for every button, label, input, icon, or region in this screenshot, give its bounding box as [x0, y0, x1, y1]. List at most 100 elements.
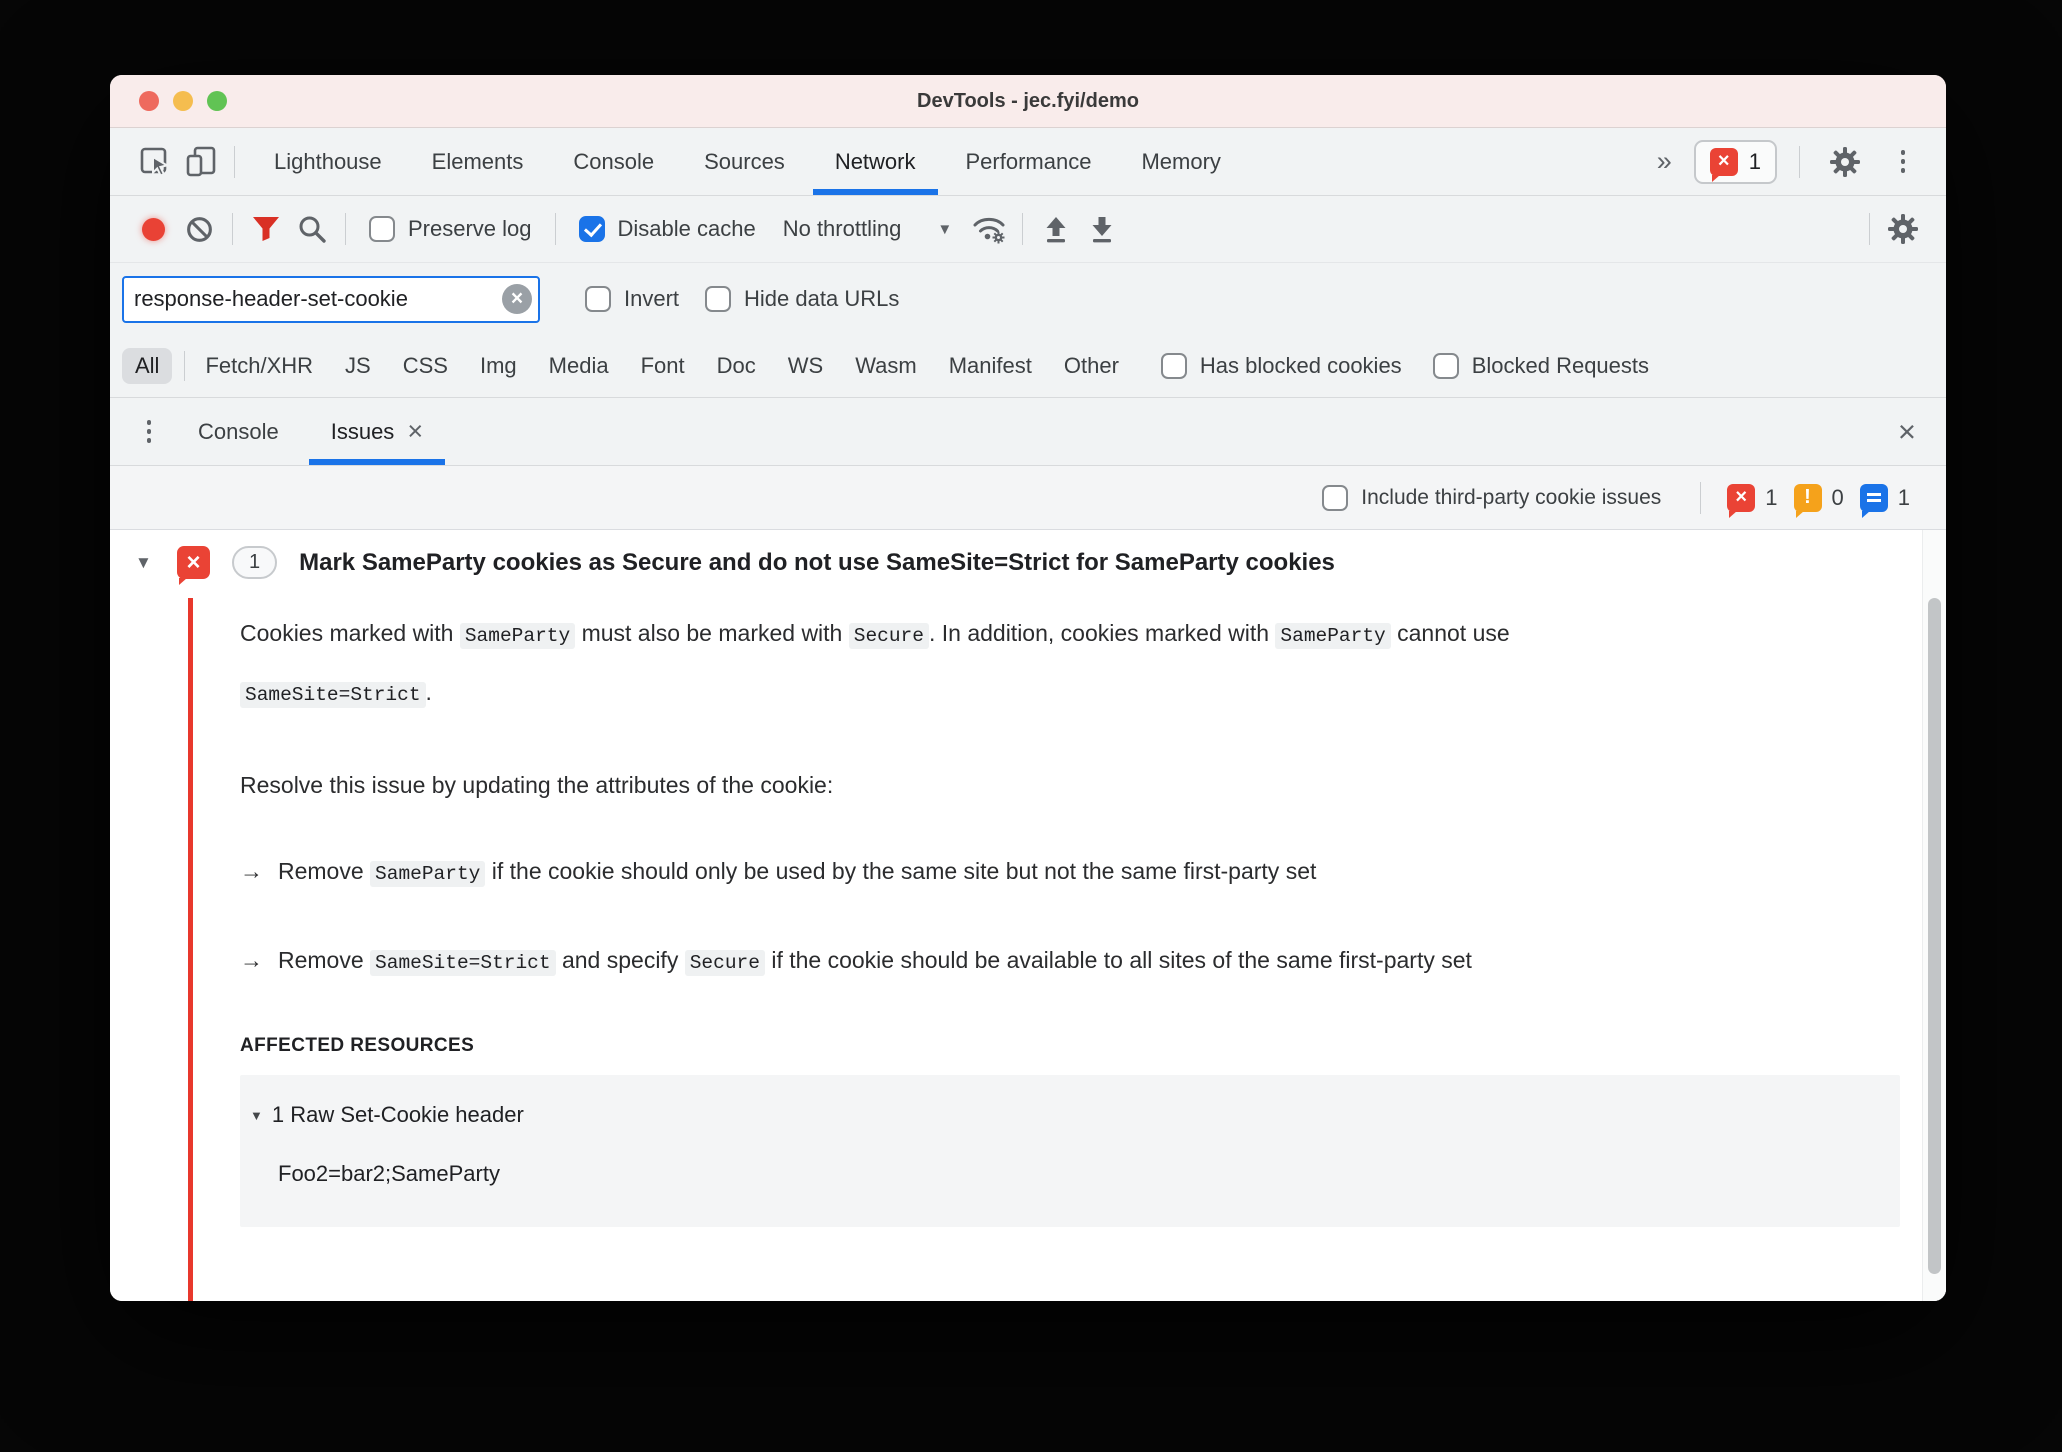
type-filter-ws[interactable]: WS: [772, 353, 839, 379]
tab-memory[interactable]: Memory: [1116, 128, 1245, 195]
tab-elements[interactable]: Elements: [407, 128, 549, 195]
message-badge-icon: [1859, 483, 1888, 518]
tab-console[interactable]: Console: [548, 128, 679, 195]
main-tab-bar: Lighthouse Elements Console Sources Netw…: [110, 128, 1946, 196]
invert-checkbox[interactable]: Invert: [585, 286, 679, 312]
throttling-select[interactable]: No throttling ▼: [783, 216, 952, 242]
inspect-element-button[interactable]: [132, 139, 178, 185]
scrollbar-thumb[interactable]: [1928, 598, 1941, 1274]
code-secure: Secure: [848, 623, 929, 649]
issue-count-badge: 1: [232, 546, 278, 579]
tab-network[interactable]: Network: [810, 128, 941, 195]
expand-issue-icon[interactable]: ▼: [135, 553, 165, 573]
export-har-button[interactable]: [1079, 206, 1125, 252]
checkbox-unchecked-icon: [705, 286, 732, 312]
scrollbar-track[interactable]: [1922, 530, 1946, 1301]
drawer-console-label: Console: [198, 418, 279, 444]
network-conditions-icon: [973, 217, 1005, 244]
filter-input[interactable]: [122, 275, 540, 323]
code-samesite-strict: SameSite=Strict: [240, 682, 426, 708]
disable-cache-checkbox[interactable]: Disable cache: [578, 216, 756, 242]
issues-toolbar: Include third-party cookie issues × 1 ! …: [110, 466, 1946, 530]
filter-input-wrap: ×: [122, 275, 540, 323]
drawer-menu-button[interactable]: [126, 409, 172, 455]
type-filter-manifest[interactable]: Manifest: [933, 353, 1048, 379]
settings-button[interactable]: [1822, 139, 1868, 185]
type-filter-media[interactable]: Media: [533, 353, 625, 379]
network-settings-button[interactable]: [1880, 206, 1926, 252]
hide-data-urls-checkbox[interactable]: Hide data URLs: [705, 286, 899, 312]
tab-performance[interactable]: Performance: [941, 128, 1117, 195]
arrow-right-icon: →: [240, 858, 263, 884]
issues-counter-button[interactable]: × 1: [1693, 139, 1777, 184]
issue-error-rule: [188, 598, 193, 1301]
title-bar: DevTools - jec.fyi/demo: [110, 75, 1946, 128]
throttling-value: No throttling: [782, 216, 902, 241]
drawer-tab-console[interactable]: Console: [172, 398, 305, 465]
main-menu-button[interactable]: [1880, 139, 1926, 185]
preserve-log-checkbox[interactable]: Preserve log: [369, 216, 532, 242]
divider: [554, 213, 556, 245]
type-filter-wasm[interactable]: Wasm: [839, 353, 933, 379]
import-har-button[interactable]: [1033, 206, 1079, 252]
clear-icon: [186, 216, 212, 242]
drawer-tab-bar: Console Issues × ×: [110, 398, 1946, 466]
type-filter-css[interactable]: CSS: [387, 353, 464, 379]
checkbox-checked-icon: [578, 216, 605, 242]
type-filter-img[interactable]: Img: [464, 353, 533, 379]
affected-resources-heading: AFFECTED RESOURCES: [240, 1035, 475, 1056]
drawer-tab-issues[interactable]: Issues ×: [305, 398, 449, 465]
issues-counter-count: 1: [1748, 148, 1761, 174]
checkbox-unchecked-icon: [1160, 353, 1187, 379]
divider: [1700, 481, 1702, 514]
type-filter-all[interactable]: All: [122, 348, 173, 384]
close-drawer-button[interactable]: ×: [1898, 416, 1916, 447]
network-toolbar: Preserve log Disable cache No throttling…: [110, 196, 1946, 263]
message-count-badge: 1: [1859, 483, 1910, 518]
has-blocked-cookies-label: Has blocked cookies: [1199, 353, 1402, 378]
close-issues-tab-icon[interactable]: ×: [407, 418, 423, 445]
tab-bar-right-cluster: » × 1: [1647, 139, 1926, 185]
resolution-item: → Remove SameSite=Strict and specify Secu…: [240, 947, 1472, 976]
blocked-requests-label: Blocked Requests: [1471, 353, 1650, 378]
checkbox-unchecked-icon: [1322, 484, 1349, 511]
resource-group-toggle[interactable]: ▼ 1 Raw Set-Cookie header: [250, 1102, 1880, 1128]
warning-badge-icon: !: [1793, 483, 1822, 518]
minimize-window-button[interactable]: [173, 91, 193, 111]
divider: [1869, 213, 1870, 245]
search-icon: [299, 216, 326, 243]
device-toolbar-button[interactable]: [178, 139, 224, 185]
type-filter-doc[interactable]: Doc: [701, 353, 772, 379]
drawer-issues-label: Issues: [330, 418, 395, 444]
inspect-cursor-icon: [140, 147, 170, 177]
resource-item: Foo2=bar2;SameParty: [278, 1161, 500, 1186]
filter-funnel-icon: [253, 217, 279, 241]
include-third-party-checkbox[interactable]: Include third-party cookie issues: [1322, 484, 1661, 511]
zoom-window-button[interactable]: [207, 91, 227, 111]
warning-count-badge: ! 0: [1793, 483, 1844, 518]
divider: [345, 213, 346, 245]
network-conditions-button[interactable]: [966, 206, 1012, 252]
record-network-log-button[interactable]: [130, 206, 176, 252]
tab-lighthouse[interactable]: Lighthouse: [249, 128, 407, 195]
download-icon: [1092, 216, 1112, 242]
clear-filter-button[interactable]: ×: [502, 284, 532, 314]
type-filter-other[interactable]: Other: [1048, 353, 1135, 379]
blocked-requests-checkbox[interactable]: Blocked Requests: [1432, 353, 1650, 379]
filter-toggle-button[interactable]: [243, 206, 289, 252]
code-sameparty: SameParty: [1275, 623, 1391, 649]
error-count-badge: × 1: [1727, 483, 1778, 518]
issue-header[interactable]: ▼ × 1 Mark SameParty cookies as Secure a…: [110, 530, 1946, 585]
kebab-menu-icon: [1900, 150, 1906, 173]
type-filter-font[interactable]: Font: [625, 353, 701, 379]
has-blocked-cookies-checkbox[interactable]: Has blocked cookies: [1160, 353, 1402, 379]
message-count: 1: [1897, 484, 1910, 510]
type-filter-js[interactable]: JS: [329, 353, 387, 379]
type-filter-fetch-xhr[interactable]: Fetch/XHR: [189, 353, 329, 379]
close-window-button[interactable]: [139, 91, 159, 111]
more-tabs-icon[interactable]: »: [1647, 146, 1682, 177]
divider: [234, 145, 235, 178]
search-network-button[interactable]: [289, 206, 335, 252]
clear-network-log-button[interactable]: [176, 206, 222, 252]
tab-sources[interactable]: Sources: [679, 128, 810, 195]
